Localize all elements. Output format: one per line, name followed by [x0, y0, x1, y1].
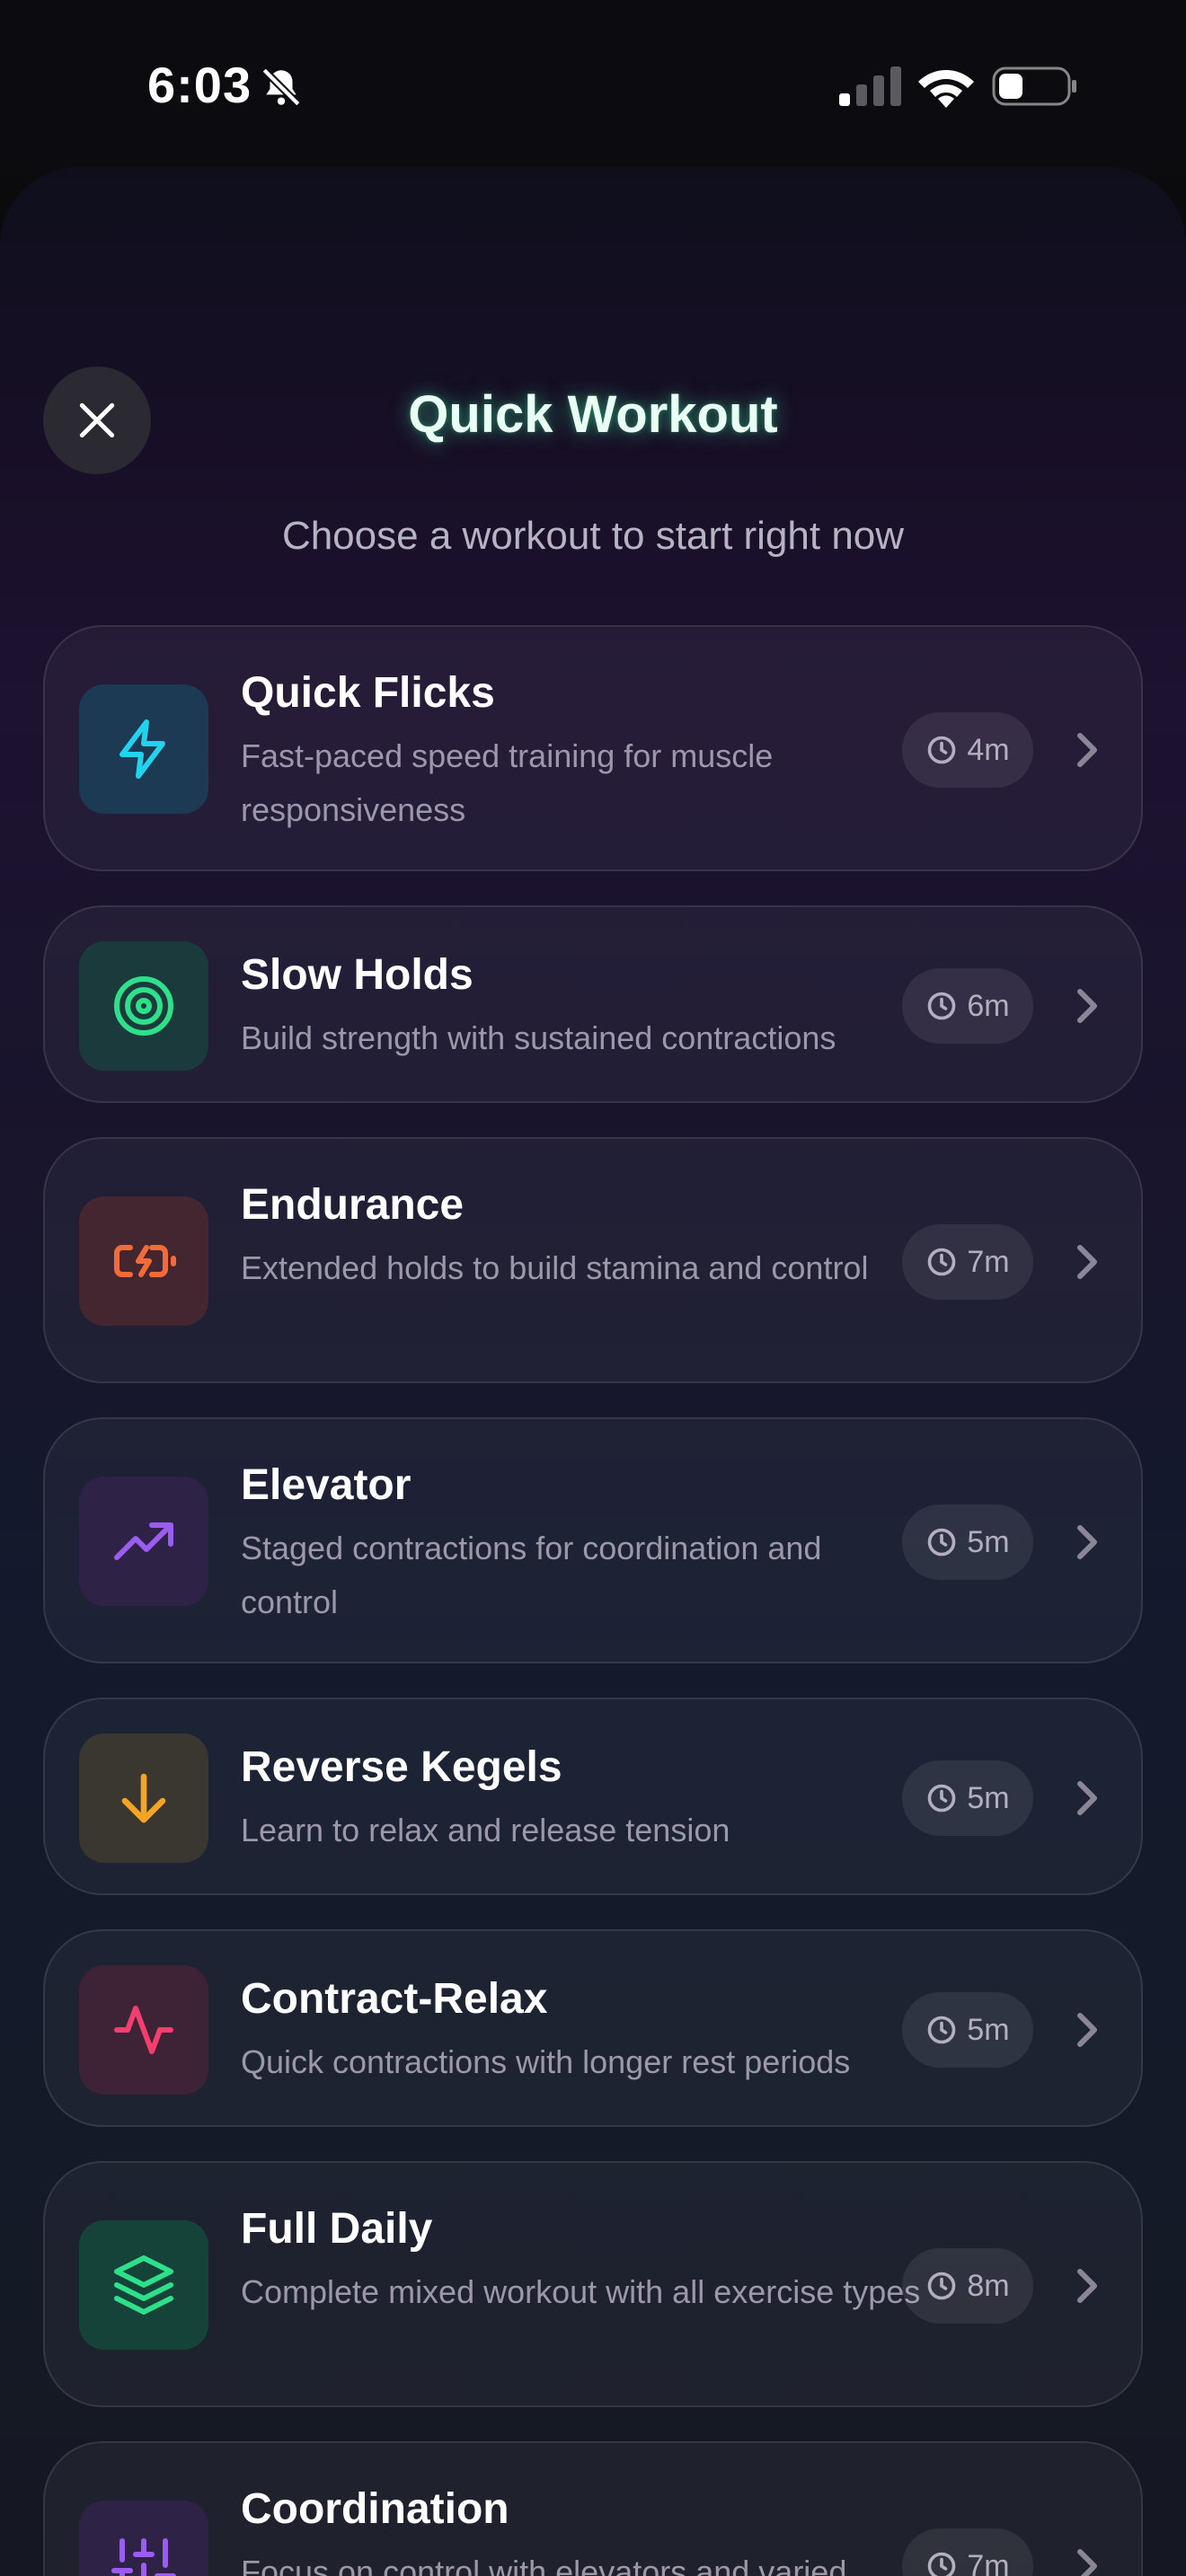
target-icon	[114, 976, 173, 1036]
pulse-icon	[114, 2006, 173, 2054]
duration-badge: 7m	[902, 1224, 1033, 1300]
duration-badge: 5m	[902, 1504, 1033, 1580]
status-bar: 6:03	[0, 0, 1186, 171]
duration-badge: 6m	[902, 968, 1033, 1044]
trending-up-icon	[114, 1522, 173, 1560]
workout-icon-tile	[79, 1734, 208, 1863]
workout-icon-tile	[79, 684, 208, 814]
layers-icon	[114, 2255, 173, 2315]
workout-icon-tile	[79, 2220, 208, 2350]
duration-text: 8m	[967, 2268, 1010, 2303]
workout-description: Complete mixed workout with all exercise…	[241, 2273, 921, 2310]
page-subtitle: Choose a workout to start right now	[281, 514, 905, 558]
status-time: 6:03	[147, 57, 252, 113]
duration-text: 5m	[967, 1524, 1010, 1559]
clock-icon	[928, 736, 956, 764]
workout-icon-tile	[79, 2501, 208, 2576]
workout-icon-tile	[79, 1196, 208, 1326]
duration-text: 6m	[967, 988, 1010, 1023]
lightning-icon	[119, 719, 165, 779]
workout-title: Endurance	[241, 1181, 465, 1229]
wifi-icon	[918, 70, 974, 108]
duration-badge: 5m	[902, 1760, 1033, 1836]
workout-title: Slow Holds	[241, 951, 474, 999]
workout-title: Reverse Kegels	[241, 1743, 562, 1791]
cellular-signal-icon	[839, 66, 901, 106]
workout-icon-tile	[79, 1965, 208, 2095]
page-title: Quick Workout	[408, 385, 778, 444]
workout-icon-tile	[79, 1477, 208, 1606]
workout-description: Fast-paced speed training for muscle res…	[241, 737, 774, 828]
duration-badge: 7m	[902, 2528, 1033, 2576]
chevron-right-icon	[1077, 2549, 1097, 2576]
battery-charging-icon	[114, 1245, 176, 1277]
chevron-right-icon	[1077, 2269, 1097, 2303]
bell-muted-icon	[261, 67, 301, 107]
workout-card-full-daily[interactable]: Full Daily Complete mixed workout with a…	[43, 2161, 1143, 2407]
duration-text: 5m	[967, 2012, 1010, 2047]
workout-description: Extended holds to build stamina and cont…	[241, 1249, 869, 1286]
chevron-right-icon	[1077, 1245, 1097, 1279]
workout-description: Staged contractions for coordination and…	[241, 1530, 822, 1620]
workout-description: Learn to relax and release tension	[241, 1812, 730, 1848]
duration-text: 7m	[967, 2548, 1010, 2576]
workout-description: Focus on control with elevators and vari…	[241, 2554, 847, 2576]
workout-card-quick-flicks[interactable]: Quick Flicks Fast-paced speed training f…	[43, 625, 1143, 871]
workout-description: Quick contractions with longer rest peri…	[241, 2043, 851, 2080]
battery-icon	[992, 66, 1076, 106]
clock-icon	[928, 1248, 956, 1276]
workout-title: Full Daily	[241, 2205, 433, 2253]
clock-icon	[928, 2552, 956, 2576]
workout-card-elevator[interactable]: Elevator Staged contractions for coordin…	[43, 1417, 1143, 1663]
workout-card-reverse-kegels[interactable]: Reverse Kegels Learn to relax and releas…	[43, 1698, 1143, 1895]
workout-title: Coordination	[241, 2485, 509, 2533]
duration-badge: 5m	[902, 1992, 1033, 2068]
workout-title: Contract-Relax	[241, 1975, 548, 2023]
clock-icon	[928, 1784, 956, 1813]
chevron-right-icon	[1077, 1781, 1097, 1815]
arrow-down-icon	[121, 1773, 166, 1823]
duration-text: 7m	[967, 1244, 1010, 1279]
sliders-icon	[111, 2538, 176, 2576]
clock-icon	[928, 2016, 956, 2044]
workout-card-coordination[interactable]: Coordination Focus on control with eleva…	[43, 2441, 1143, 2576]
chevron-right-icon	[1077, 1525, 1097, 1559]
workout-title: Elevator	[241, 1461, 412, 1509]
workout-card-slow-holds[interactable]: Slow Holds Build strength with sustained…	[43, 905, 1143, 1103]
duration-text: 4m	[967, 732, 1010, 767]
workout-icon-tile	[79, 941, 208, 1071]
clock-icon	[928, 1528, 956, 1557]
clock-icon	[928, 992, 956, 1020]
duration-text: 5m	[967, 1780, 1010, 1815]
workout-title: Quick Flicks	[241, 669, 495, 717]
workout-card-contract-relax[interactable]: Contract-Relax Quick contractions with l…	[43, 1929, 1143, 2127]
clock-icon	[928, 2272, 956, 2300]
chevron-right-icon	[1077, 733, 1097, 767]
workout-card-endurance[interactable]: Endurance Extended holds to build stamin…	[43, 1137, 1143, 1383]
chevron-right-icon	[1077, 989, 1097, 1023]
chevron-right-icon	[1077, 2013, 1097, 2047]
duration-badge: 4m	[902, 712, 1033, 788]
workout-description: Build strength with sustained contractio…	[241, 1019, 836, 1056]
duration-badge: 8m	[902, 2248, 1033, 2324]
